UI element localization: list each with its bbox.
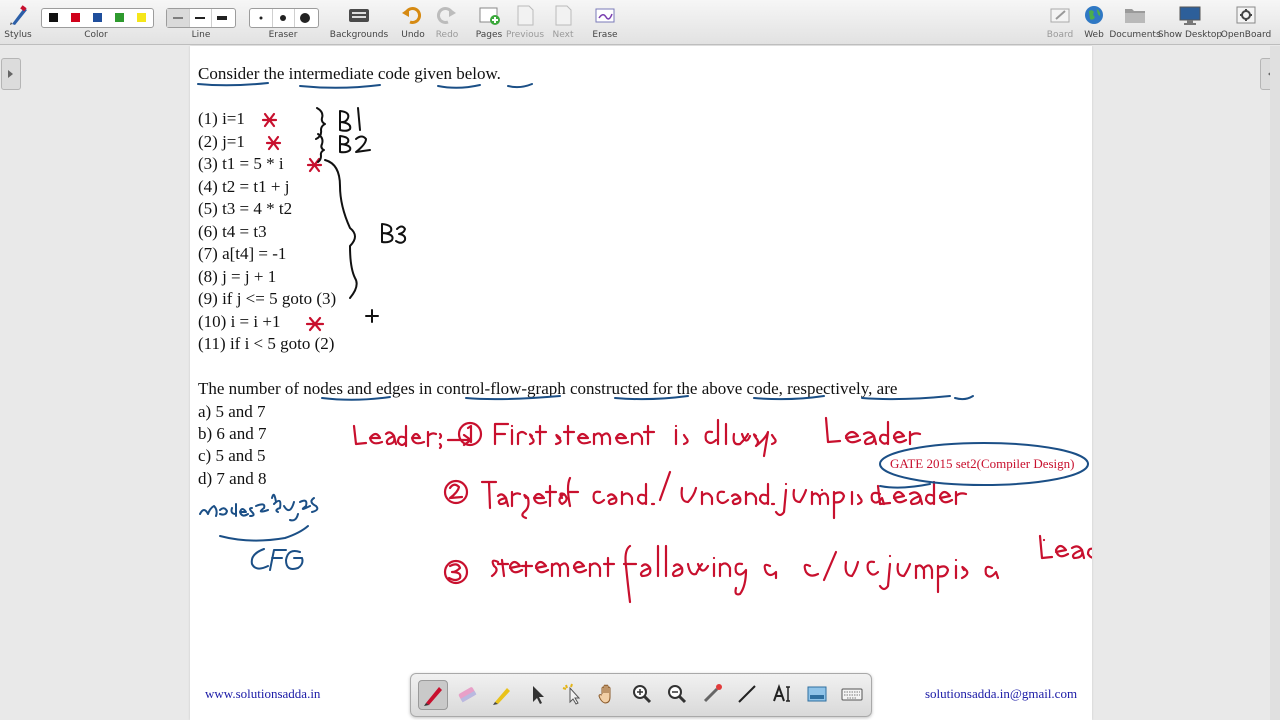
keyboard-icon: [841, 688, 863, 701]
question-intro: Consider the intermediate code given bel…: [198, 64, 501, 83]
code-line-6: (6) t4 = t3: [198, 222, 267, 241]
line-width-selector: [166, 8, 236, 28]
laser-pointer-icon: [703, 684, 722, 703]
folder-icon: [1125, 9, 1145, 23]
globe-icon: [1085, 6, 1103, 24]
documents-button[interactable]: Documents: [1109, 0, 1161, 44]
code-line-1: (1) i=1: [198, 109, 245, 128]
color-swatch-blue[interactable]: [93, 13, 102, 22]
erase-board-icon: [595, 8, 615, 23]
openboard-button[interactable]: OpenBoard: [1221, 0, 1271, 44]
stylus-label: Stylus: [4, 30, 32, 40]
website-link[interactable]: www.solutionsadda.in: [205, 686, 320, 702]
code-line-5: (5) t3 = 4 * t2: [198, 199, 293, 218]
zoom-in-icon: [633, 685, 652, 704]
pen-tool-button[interactable]: [418, 680, 448, 710]
stylus-icon: [10, 5, 27, 25]
line-thin-option[interactable]: [167, 9, 190, 27]
hand-tool-button[interactable]: [593, 680, 621, 708]
text-icon: [773, 684, 790, 702]
highlighter-tool-button[interactable]: [453, 680, 481, 708]
code-line-11: (11) if i < 5 goto (2): [198, 334, 335, 353]
monitor-icon: [1179, 6, 1201, 25]
line-icon: [738, 685, 756, 703]
code-line-3: (3) t1 = 5 * i: [198, 154, 284, 173]
main-toolbar: Stylus Color Line Eraser Backgrounds Und…: [0, 0, 1280, 45]
line-thick-icon: [217, 16, 227, 20]
zoom-out-icon: [668, 685, 687, 704]
option-d: d) 7 and 8: [198, 469, 267, 488]
code-line-2: (2) j=1: [198, 132, 245, 151]
openboard-label: OpenBoard: [1220, 30, 1272, 40]
magic-pointer-icon: [562, 683, 581, 705]
pen-icon: [424, 687, 442, 706]
stylus-button[interactable]: Stylus: [0, 0, 36, 44]
eraser-label: Eraser: [268, 30, 298, 40]
backgrounds-icon: [349, 9, 369, 22]
color-label: Color: [84, 30, 108, 40]
line-medium-icon: [195, 17, 205, 19]
marker-icon: [493, 688, 510, 705]
marker-tool-button[interactable]: [488, 680, 516, 708]
line-thick-option[interactable]: [211, 9, 233, 27]
gate-source-tag: GATE 2015 set2(Compiler Design): [890, 456, 1075, 471]
color-swatch-black[interactable]: [49, 13, 58, 22]
laser-tool-button[interactable]: [698, 680, 726, 708]
zoom-in-tool-button[interactable]: [628, 680, 656, 708]
eraser-medium-option[interactable]: [272, 9, 295, 27]
show-desktop-button[interactable]: Show Desktop: [1158, 0, 1222, 44]
vertical-scrollbar[interactable]: [1270, 46, 1280, 720]
eraser-size-selector: [249, 8, 319, 28]
erase-button[interactable]: Erase: [590, 0, 620, 44]
color-swatch-green[interactable]: [115, 13, 124, 22]
interactor-tool-button[interactable]: [558, 680, 586, 708]
question-prompt: The number of nodes and edges in control…: [198, 379, 898, 398]
text-tool-button[interactable]: [768, 680, 796, 708]
code-line-4: (4) t2 = t1 + j: [198, 177, 290, 196]
eraser-large-option[interactable]: [294, 9, 316, 27]
eraser-large-icon: [300, 13, 310, 23]
previous-page-icon: [517, 5, 534, 26]
color-swatches: [41, 8, 154, 28]
code-line-10: (10) i = i +1: [198, 312, 281, 331]
option-b: b) 6 and 7: [198, 424, 267, 443]
eraser-small-option[interactable]: [250, 9, 273, 27]
option-a: a) 5 and 7: [198, 402, 266, 421]
selector-tool-button[interactable]: [523, 680, 551, 708]
gear-icon: [1236, 6, 1256, 24]
arrow-right-icon: [8, 70, 13, 78]
redo-icon: [436, 6, 456, 24]
erase-label: Erase: [592, 30, 618, 40]
eraser-small-icon: [259, 16, 263, 20]
undo-icon: [402, 6, 422, 24]
nodes-edges-cfg-ink: [199, 493, 319, 571]
line-thin-icon: [173, 17, 183, 19]
eraser-medium-icon: [280, 15, 286, 21]
next-page-icon: [555, 5, 572, 26]
keyboard-tool-button[interactable]: [838, 680, 866, 708]
leader-rules-ink: [352, 416, 1092, 604]
whiteboard-page[interactable]: Consider the intermediate code given bel…: [190, 46, 1092, 720]
gate-tag-underline: [879, 483, 931, 489]
left-panel-toggle[interactable]: [1, 58, 21, 90]
code-line-9: (9) if j <= 5 goto (3): [198, 289, 337, 308]
code-line-7: (7) a[t4] = -1: [198, 244, 287, 263]
board-icon: [1050, 8, 1070, 23]
color-swatch-red[interactable]: [71, 13, 80, 22]
color-swatch-yellow[interactable]: [137, 13, 146, 22]
arrow-cursor-icon: [533, 686, 544, 704]
line-label: Line: [191, 30, 211, 40]
hand-icon: [598, 684, 611, 704]
capture-tool-button[interactable]: [803, 680, 831, 708]
option-c: c) 5 and 5: [198, 446, 266, 465]
zoom-out-tool-button[interactable]: [663, 680, 691, 708]
highlighter-icon: [458, 687, 477, 703]
email-link[interactable]: solutionsadda.in@gmail.com: [925, 686, 1077, 702]
line-tool-button[interactable]: [733, 680, 761, 708]
code-line-8: (8) j = j + 1: [198, 267, 277, 286]
tool-palette: [410, 673, 872, 717]
add-page-icon: [479, 7, 500, 25]
capture-icon: [807, 686, 827, 702]
line-medium-option[interactable]: [189, 9, 212, 27]
